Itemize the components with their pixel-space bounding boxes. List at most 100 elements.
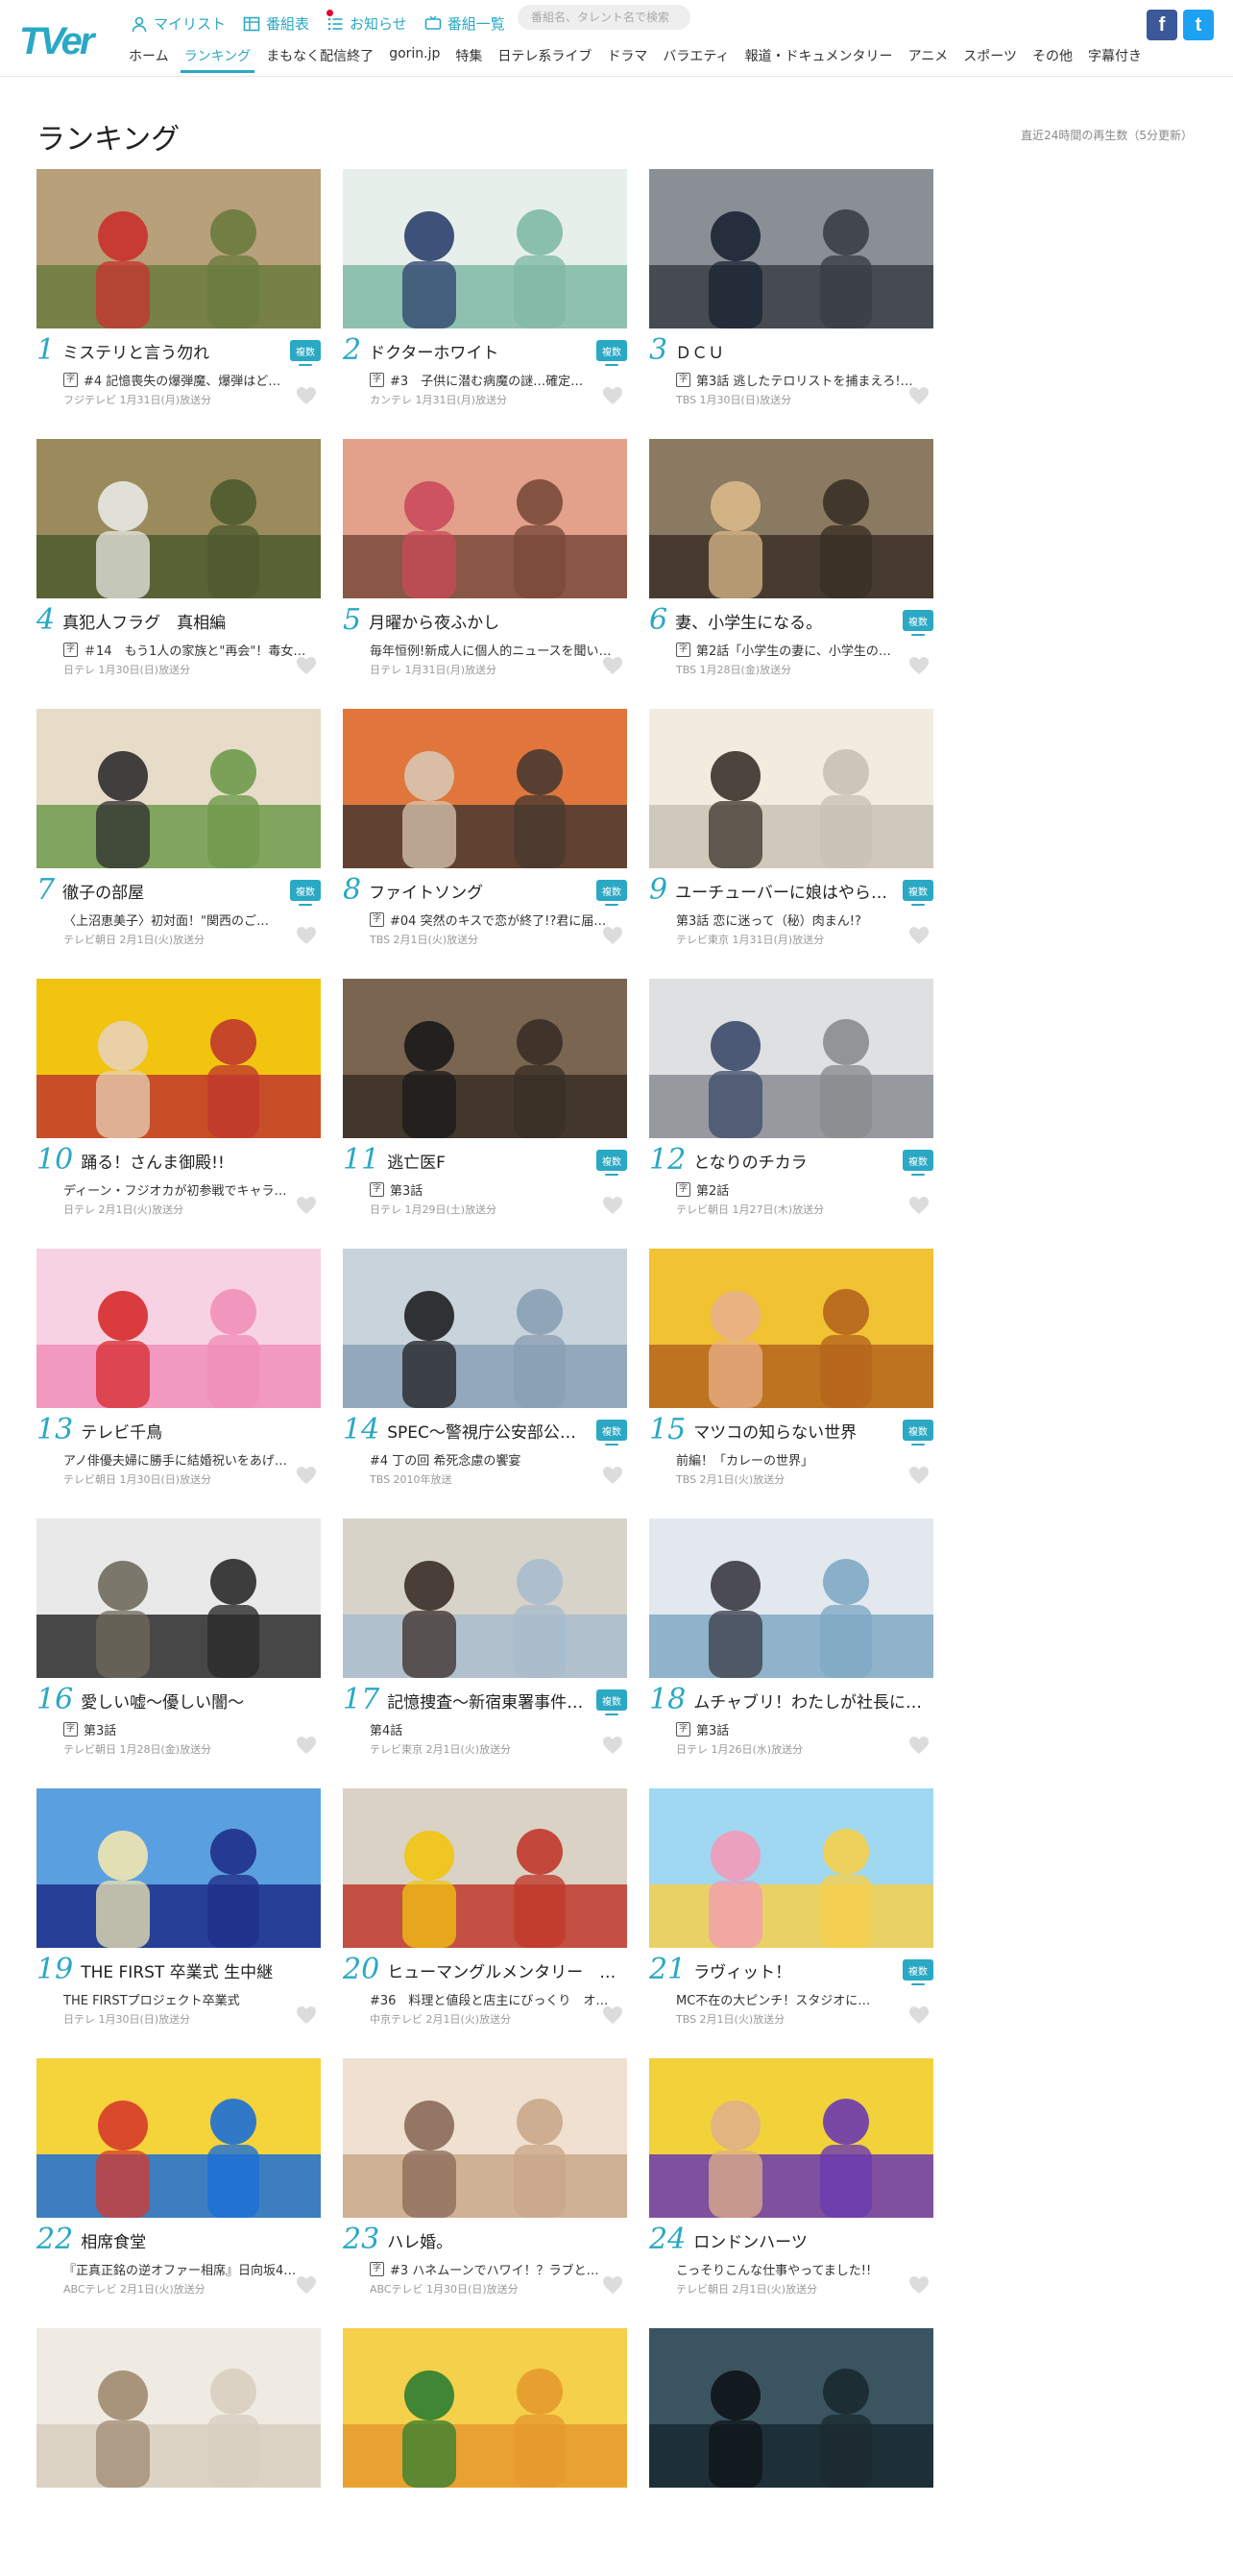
- heart-icon[interactable]: [908, 1466, 930, 1485]
- program-title[interactable]: テレビ千鳥: [81, 1419, 321, 1443]
- program-title[interactable]: ファイトソング: [369, 879, 591, 903]
- search-input[interactable]: 番組名、タレント名で検索: [518, 5, 690, 30]
- program-thumbnail[interactable]: [36, 1519, 321, 1678]
- program-thumbnail[interactable]: [343, 979, 627, 1138]
- program-thumbnail[interactable]: [649, 2328, 933, 2488]
- program-title[interactable]: 徹子の部屋: [62, 879, 284, 903]
- ranking-card[interactable]: 23 ハレ婚。字 #3 ハネムーンでハワイ！？ラブと… ABCテレビ 1月30日(日)…: [343, 2058, 627, 2306]
- category-tab[interactable]: その他: [1032, 46, 1073, 73]
- heart-icon[interactable]: [602, 2005, 623, 2025]
- category-tab[interactable]: 日テレ系ライブ: [497, 46, 592, 73]
- ranking-card[interactable]: 7 徹子の部屋 複数 〈上沼恵美子〉初対面！"関西のご… テレビ朝日 2月1日(火)放送…: [36, 709, 321, 957]
- heart-icon[interactable]: [602, 926, 623, 945]
- heart-icon[interactable]: [908, 656, 930, 675]
- heart-icon[interactable]: [602, 1466, 623, 1485]
- program-title[interactable]: ユーチューバーに娘はやらん！: [675, 879, 897, 903]
- topnav-mylist[interactable]: マイリスト: [131, 13, 226, 34]
- ranking-card[interactable]: 4 真犯人フラグ 真相編字 ＃14 もう1人の家族と"再会"！毒女の… 日テレ 1月3…: [36, 439, 321, 687]
- program-thumbnail[interactable]: [343, 1249, 627, 1408]
- program-title[interactable]: 記憶捜査～新宿東署事件ファイル～: [387, 1689, 591, 1713]
- ranking-card[interactable]: 14 SPEC～警視庁公安部公安第五課複数 #4 丁の回 希死念慮の饗宴 TBS 20…: [343, 1249, 627, 1496]
- program-thumbnail[interactable]: [343, 709, 627, 868]
- program-thumbnail[interactable]: [36, 1788, 321, 1948]
- heart-icon[interactable]: [296, 1466, 317, 1485]
- program-thumbnail[interactable]: [649, 439, 933, 598]
- heart-icon[interactable]: [908, 1196, 930, 1215]
- program-thumbnail[interactable]: [343, 1519, 627, 1678]
- program-thumbnail[interactable]: [36, 2328, 321, 2488]
- program-title[interactable]: 愛しい嘘～優しい闇～: [81, 1689, 321, 1713]
- heart-icon[interactable]: [296, 1736, 317, 1755]
- program-title[interactable]: となりのチカラ: [693, 1149, 897, 1173]
- program-title[interactable]: ＤＣＵ: [675, 339, 933, 363]
- program-thumbnail[interactable]: [649, 169, 933, 328]
- program-title[interactable]: 月曜から夜ふかし: [369, 609, 627, 633]
- program-title[interactable]: ラヴィット！: [693, 1958, 897, 1982]
- program-title[interactable]: 逃亡医F: [387, 1149, 591, 1173]
- heart-icon[interactable]: [602, 1196, 623, 1215]
- ranking-card[interactable]: 12 となりのチカラ 複数字第2話 テレビ朝日 1月27日(木)放送分: [649, 979, 933, 1227]
- heart-icon[interactable]: [908, 926, 930, 945]
- category-tab[interactable]: 特集: [455, 46, 482, 73]
- heart-icon[interactable]: [296, 1196, 317, 1215]
- program-title[interactable]: 踊る！さんま御殿!!: [81, 1149, 321, 1173]
- category-tab[interactable]: アニメ: [908, 46, 949, 73]
- ranking-card[interactable]: 13 テレビ千鳥 アノ俳優夫婦に勝手に結婚祝いをあげ… テレビ朝日 1月30日(日)放…: [36, 1249, 321, 1496]
- ranking-card[interactable]: [649, 2328, 933, 2576]
- program-thumbnail[interactable]: [343, 1788, 627, 1948]
- ranking-card[interactable]: 3 ＤＣＵ 字第3話 逃したテロリストを捕まえろ!仲… TBS 1月30日(日)放送分: [649, 169, 933, 417]
- category-tab[interactable]: バラエティ: [663, 46, 729, 73]
- category-tab[interactable]: ランキング: [180, 46, 254, 73]
- topnav-programs[interactable]: 番組一覧: [424, 13, 505, 34]
- ranking-card[interactable]: 5 月曜から夜ふかし 毎年恒例!新成人に個人的ニュースを聞い… 日テレ 1月31日(月…: [343, 439, 627, 687]
- ranking-card[interactable]: 17 記憶捜査～新宿東署事件ファイル～複数第4話テレビ東京 2月1日(火)放送分: [343, 1519, 627, 1766]
- facebook-button[interactable]: f: [1147, 10, 1177, 40]
- ranking-card[interactable]: 10 踊る！さんま御殿!! ディーン・フジオカが初参戦でキャラ… 日テレ 2月1日(火…: [36, 979, 321, 1227]
- category-tab[interactable]: 字幕付き: [1088, 46, 1142, 73]
- tver-logo[interactable]: TVer: [19, 12, 106, 67]
- heart-icon[interactable]: [908, 1736, 930, 1755]
- program-thumbnail[interactable]: [36, 709, 321, 868]
- program-title[interactable]: 相席食堂: [81, 2228, 321, 2252]
- topnav-schedule[interactable]: 番組表: [243, 13, 309, 34]
- ranking-card[interactable]: 16 愛しい嘘～優しい闇～字第3話 テレビ朝日 1月28日(金)放送分: [36, 1519, 321, 1766]
- program-thumbnail[interactable]: [649, 1788, 933, 1948]
- ranking-card[interactable]: 1 ミステリと言う勿れ 複数字 #4 記憶喪失の爆弾魔、爆弾はど… フジテレビ 1月31…: [36, 169, 321, 417]
- ranking-card[interactable]: 6 妻、小学生になる。 複数字第2話「小学生の妻に、小学生の… TBS 1月28日(金…: [649, 439, 933, 687]
- program-title[interactable]: 真犯人フラグ 真相編: [62, 609, 321, 633]
- program-thumbnail[interactable]: [343, 2328, 627, 2488]
- heart-icon[interactable]: [602, 1736, 623, 1755]
- program-title[interactable]: ムチャブリ！わたしが社長になるなんて: [693, 1689, 933, 1713]
- heart-icon[interactable]: [908, 2005, 930, 2025]
- program-thumbnail[interactable]: [649, 1519, 933, 1678]
- ranking-card[interactable]: 9 ユーチューバーに娘はやらん！ 複数 第3話 恋に迷って（秘）肉まん!? テレビ東京 …: [649, 709, 933, 957]
- program-title[interactable]: SPEC～警視庁公安部公安第五課: [387, 1419, 591, 1443]
- ranking-card[interactable]: [36, 2328, 321, 2576]
- program-thumbnail[interactable]: [343, 169, 627, 328]
- program-thumbnail[interactable]: [649, 709, 933, 868]
- ranking-card[interactable]: 21 ラヴィット！ 複数 MC不在の大ピンチ！スタジオに… TBS 2月1日(火)放送分: [649, 1788, 933, 2036]
- heart-icon[interactable]: [296, 2005, 317, 2025]
- topnav-news[interactable]: お知らせ: [326, 10, 407, 34]
- heart-icon[interactable]: [908, 386, 930, 405]
- ranking-card[interactable]: 8 ファイトソング 複数字 #04 突然のキスで恋が終了!?君に届け… TBS 2月1日…: [343, 709, 627, 957]
- category-tab[interactable]: ドラマ: [607, 46, 647, 73]
- program-thumbnail[interactable]: [36, 169, 321, 328]
- ranking-card[interactable]: 11 逃亡医F 複数字第3話 日テレ 1月29日(土)放送分: [343, 979, 627, 1227]
- ranking-card[interactable]: 24 ロンドンハーツ こっそりこんな仕事やってました!! テレビ朝日 2月1日(火)放…: [649, 2058, 933, 2306]
- program-title[interactable]: ミステリと言う勿れ: [62, 339, 284, 363]
- category-tab[interactable]: スポーツ: [963, 46, 1017, 73]
- heart-icon[interactable]: [602, 386, 623, 405]
- heart-icon[interactable]: [296, 2275, 317, 2295]
- program-title[interactable]: ハレ婚。: [387, 2228, 627, 2252]
- ranking-card[interactable]: 18ムチャブリ！わたしが社長になるなんて字第3話日テレ 1月26日(水)放送分: [649, 1519, 933, 1766]
- category-tab[interactable]: ホーム: [129, 46, 169, 73]
- heart-icon[interactable]: [602, 2275, 623, 2295]
- heart-icon[interactable]: [602, 656, 623, 675]
- heart-icon[interactable]: [908, 2275, 930, 2295]
- program-thumbnail[interactable]: [343, 2058, 627, 2218]
- program-title[interactable]: ヒューマングルメンタリー オモウマい店: [387, 1958, 627, 1982]
- program-thumbnail[interactable]: [343, 439, 627, 598]
- heart-icon[interactable]: [296, 926, 317, 945]
- program-thumbnail[interactable]: [36, 979, 321, 1138]
